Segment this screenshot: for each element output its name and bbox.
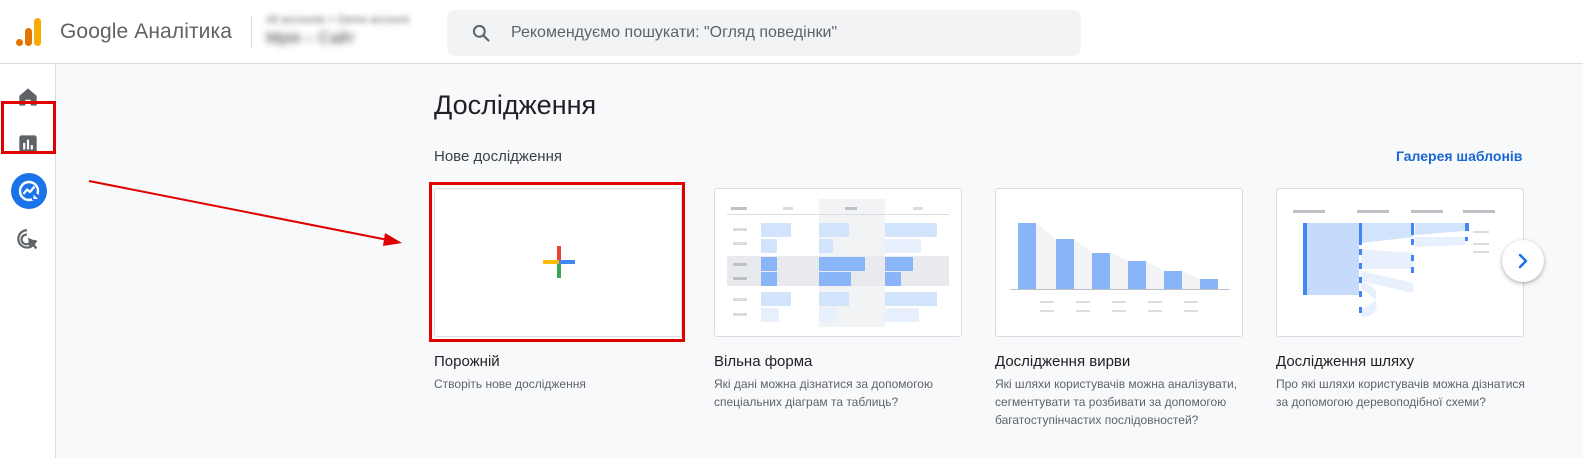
annotation-highlight-card [429, 182, 685, 342]
explore-icon[interactable] [11, 173, 47, 209]
card-desc-free-form: Які дані можна дізнатися за допомогою сп… [714, 377, 933, 409]
account-path: All accounts > Demo account [266, 14, 409, 26]
search-icon [472, 24, 490, 42]
path-exploration-card[interactable] [1276, 188, 1524, 337]
card-title-blank[interactable]: Порожній [434, 353, 500, 370]
card-desc-funnel: Які шляхи користувачів можна аналізувати… [995, 377, 1238, 427]
free-form-preview [727, 199, 949, 327]
analytics-logo-icon[interactable] [16, 18, 42, 46]
advertising-icon[interactable] [15, 227, 41, 253]
path-preview [1293, 210, 1495, 317]
annotation-highlight-nav [1, 101, 56, 154]
search-input[interactable]: Рекомендуємо пошукати: "Огляд поведінки" [511, 24, 837, 42]
property-name: Мрія – Сайт [266, 30, 356, 47]
section-heading: Нове дослідження [434, 148, 562, 165]
funnel-exploration-card[interactable] [995, 188, 1243, 337]
card-desc-path: Про які шляхи користувачів можна дізнати… [1276, 377, 1525, 409]
page-title: Дослідження [434, 90, 597, 120]
chevron-right-icon [1518, 253, 1528, 269]
search-bar[interactable]: Рекомендуємо пошукати: "Огляд поведінки" [447, 10, 1081, 56]
card-desc-blank: Створіть нове дослідження [434, 377, 586, 391]
account-selector[interactable]: All accounts > Demo account Мрія – Сайт [266, 12, 436, 52]
free-form-card[interactable] [714, 188, 962, 337]
card-title-funnel[interactable]: Дослідження вирви [995, 353, 1130, 370]
divider [251, 16, 252, 48]
card-title-free-form[interactable]: Вільна форма [714, 353, 812, 370]
product-name: Google Аналітика [60, 20, 233, 43]
card-title-path[interactable]: Дослідження шляху [1276, 353, 1414, 370]
funnel-preview [1010, 223, 1230, 312]
template-gallery-link[interactable]: Галерея шаблонів [1396, 148, 1522, 164]
next-templates-button[interactable] [1502, 240, 1544, 282]
top-bar: Google Аналітика All accounts > Demo acc… [0, 0, 1583, 64]
